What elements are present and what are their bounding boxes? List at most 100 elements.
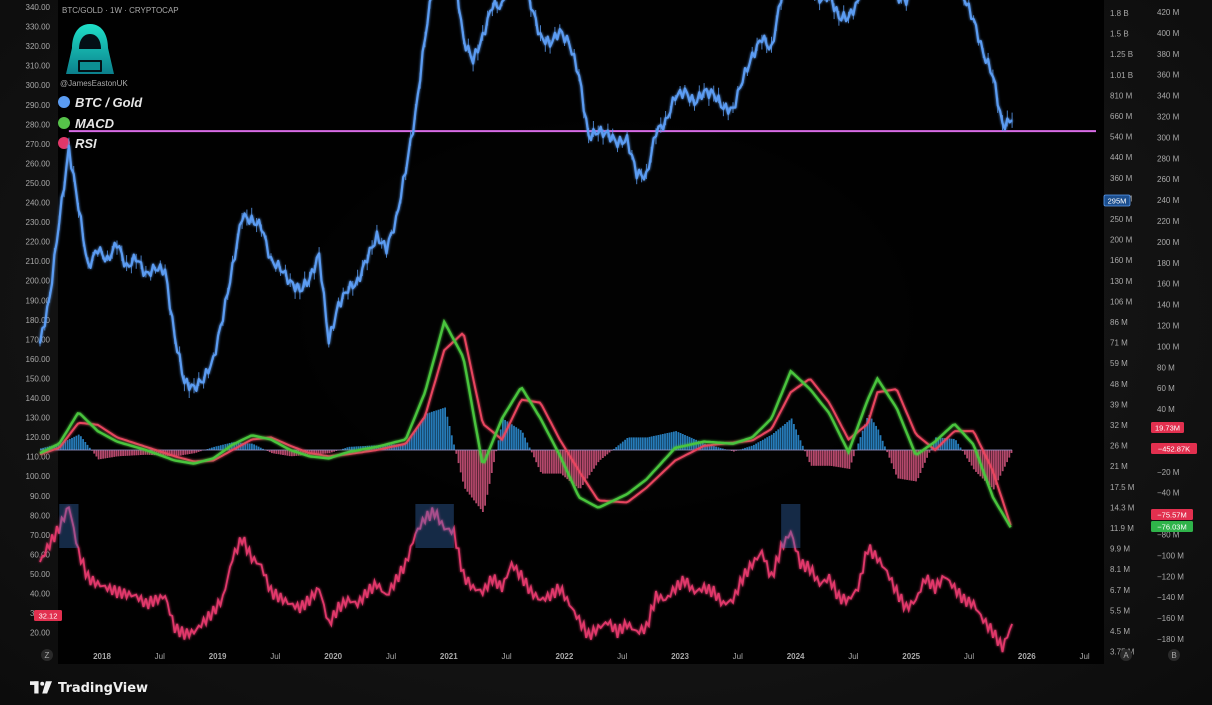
macd-histogram-bar [635,437,638,450]
macd-histogram-bar [573,450,575,485]
tradingview-brand: TradingView [30,677,148,699]
macd-histogram-bar [948,438,951,450]
macd-histogram-bar [444,407,446,450]
price-axis-tick: 59 M [1110,359,1128,368]
macd-histogram-bar [115,450,118,457]
macd-histogram-bar [704,443,706,450]
macd-histogram-bar [875,425,877,450]
macd-histogram-bar [64,441,67,450]
macd-histogram-bar [455,450,458,454]
macd-histogram-bar [890,450,893,464]
macd-histogram-bar [544,450,546,474]
macd-histogram-bar [437,409,440,450]
macd-histogram-bar [410,435,413,450]
macd-histogram-bar [522,432,524,450]
macd-histogram-bar [657,435,660,450]
svg-text:32.12: 32.12 [39,612,58,621]
macd-axis-tick: 320 M [1157,113,1180,122]
macd-histogram-bar [84,442,87,450]
macd-histogram-bar [419,421,422,450]
macd-histogram-bar [790,418,793,450]
macd-histogram-bar [68,439,71,450]
macd-histogram-bar [872,422,875,450]
macd-hist2-badge: −452.87K [1151,443,1197,454]
macd-histogram-bar [748,446,751,450]
macd-histogram-bar [788,420,791,450]
macd-histogram-bar [593,450,595,469]
macd-histogram-bar [86,444,89,450]
macd-histogram-bar [513,425,515,450]
scale-b-button[interactable]: B [1168,649,1180,661]
macd-axis-tick: −20 M [1157,468,1180,477]
macd-histogram-bar [548,450,551,474]
macd-histogram-bar [77,434,80,450]
macd-histogram-bar [773,433,775,450]
macd-histogram-bar [921,450,924,468]
price-axis-tick: 17.5 M [1110,483,1135,492]
macd-histogram-bar [553,450,555,474]
macd-histogram-bar [450,435,453,450]
time-axis-tick: Jul [501,652,511,661]
macd-histogram-bar [457,450,460,464]
macd-histogram-bar [111,450,113,458]
svg-text:−452.87K: −452.87K [1158,445,1190,454]
macd-histogram-bar [462,450,464,482]
timezone-button[interactable]: Z [41,649,53,661]
macd-histogram-bar [277,450,280,455]
macd-histogram-bar [517,428,520,450]
tradingview-logo-icon [30,681,52,694]
time-axis-tick: Jul [848,652,858,661]
svg-text:−76.03M: −76.03M [1157,523,1186,532]
macd-histogram-bar [188,450,191,454]
macd-histogram-bar [997,450,1000,481]
macd-histogram-bar [470,450,473,498]
macd-histogram-bar [66,440,69,450]
macd-histogram-bar [828,450,831,466]
macd-histogram-bar [819,450,822,466]
left-axis-tick: 320.00 [26,42,51,51]
macd-histogram-bar [186,450,189,455]
left-axis-tick: 250.00 [26,179,51,188]
left-axis-tick: 170.00 [26,335,51,344]
macd-axis-tick: −100 M [1157,551,1184,560]
macd-histogram-bar [102,450,104,459]
macd-histogram-bar [628,437,631,450]
time-axis-tick: 2021 [440,652,458,661]
macd-histogram-bar [430,411,433,450]
macd-histogram-bar [128,450,131,456]
macd-axis-tick: 340 M [1157,92,1180,101]
macd-histogram-bar [988,450,991,485]
macd-histogram-bar [619,443,622,450]
auto-scale-button[interactable]: A [1120,649,1132,661]
macd-histogram-bar [417,425,420,450]
left-axis-tick: 100.00 [26,472,51,481]
macd-histogram-bar [546,450,549,474]
price-axis-tick: 86 M [1110,318,1128,327]
macd-histogram-bar [650,436,653,450]
macd-histogram-bar [784,424,786,450]
price-axis-tick: 660 M [1110,112,1133,121]
macd-histogram-bar [806,450,809,457]
price-axis-tick: 11.9 M [1110,524,1134,533]
macd-histogram-bar [899,450,902,479]
macd-histogram-bar [537,450,540,468]
left-axis-tick: 20.00 [30,629,51,638]
macd-histogram-bar [884,446,886,450]
macd-histogram-bar [555,450,558,474]
macd-histogram-bar [877,429,880,450]
price-axis-tick: 540 M [1110,133,1133,142]
legend-label-btc-gold: BTC / Gold [75,95,143,110]
macd-axis-tick: 140 M [1157,301,1180,310]
price-axis-tick: 14.3 M [1110,503,1135,512]
macd-histogram-bar [415,428,418,450]
left-axis-tick: 280.00 [26,120,51,129]
macd-histogram-bar [602,450,604,458]
macd-histogram-bar [644,437,646,450]
macd-histogram-bar [477,450,480,507]
macd-histogram-bar [106,450,109,458]
macd-histogram-bar [595,450,598,466]
macd-histogram-bar [488,450,491,484]
price-axis-tick: 160 M [1110,256,1133,265]
macd-histogram-bar [135,450,138,456]
macd-axis-tick: 40 M [1157,405,1175,414]
